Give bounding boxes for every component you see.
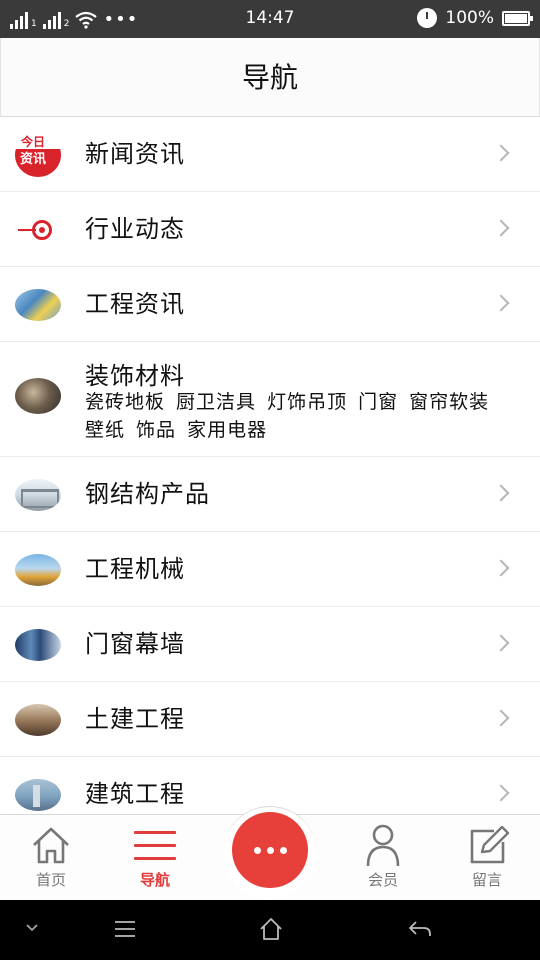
menu-icon: [134, 831, 176, 861]
nav-item-machinery[interactable]: 工程机械: [0, 532, 540, 607]
edit-note-icon: [470, 825, 510, 864]
tab-nav-label: 导航: [139, 871, 170, 889]
chevron-right-icon: [492, 219, 510, 237]
nav-item-engineering-news[interactable]: 工程资讯: [0, 267, 540, 342]
chevron-right-icon: [492, 784, 510, 802]
battery-icon: [502, 10, 533, 26]
jinri-zixun-logo-icon: 今日 资讯: [15, 133, 61, 177]
chevron-right-icon: [492, 144, 510, 162]
engineering-thumb-icon: [15, 289, 61, 321]
decoration-thumb-icon: [15, 378, 61, 414]
dot-icon: [280, 847, 287, 854]
chevron-right-icon: [492, 634, 510, 652]
collapse-chevron-icon[interactable]: [26, 924, 38, 932]
tab-member[interactable]: 会员: [338, 815, 428, 901]
page-title: 导航: [241, 61, 298, 94]
chevron-right-icon: [492, 559, 510, 577]
battery-percent: 100%: [445, 8, 494, 28]
status-right: 100%: [417, 8, 533, 28]
building-thumb-icon: [15, 779, 61, 811]
logo-text-bottom: 资讯: [20, 152, 47, 167]
steel-structure-thumb-icon: [15, 479, 61, 511]
alarm-icon: [417, 8, 438, 28]
nav-item-curtain-wall[interactable]: 门窗幕墙: [0, 607, 540, 682]
title-bar: 导航: [0, 38, 540, 117]
nav-item-label: 土建工程: [85, 705, 185, 733]
nav-item-label: 新闻资讯: [85, 140, 185, 168]
back-key-icon[interactable]: [408, 920, 432, 938]
nav-list: 今日 资讯 新闻资讯 行业动态 工程资讯 装饰材料 瓷砖地板 厨卫洁具 灯饰吊顶…: [0, 117, 540, 814]
nav-item-news[interactable]: 今日 资讯 新闻资讯: [0, 117, 540, 192]
nav-item-industry[interactable]: 行业动态: [0, 192, 540, 267]
target-icon: [15, 214, 61, 246]
nav-item-decoration[interactable]: 装饰材料 瓷砖地板 厨卫洁具 灯饰吊顶 门窗 窗帘软装 壁纸 饰品 家用电器: [0, 342, 540, 457]
curtain-wall-thumb-icon: [15, 629, 61, 661]
nav-item-subcategories: 瓷砖地板 厨卫洁具 灯饰吊顶 门窗 窗帘软装 壁纸 饰品 家用电器: [85, 391, 490, 441]
nav-item-label: 行业动态: [85, 215, 185, 243]
nav-item-label: 装饰材料: [85, 362, 185, 390]
civil-works-thumb-icon: [15, 704, 61, 736]
chevron-right-icon: [492, 709, 510, 727]
tab-home-label: 首页: [35, 871, 66, 889]
nav-item-civil[interactable]: 土建工程: [0, 682, 540, 757]
home-key-icon[interactable]: [259, 917, 283, 941]
dot-icon: [254, 847, 261, 854]
user-icon: [366, 824, 400, 867]
tab-message-label: 留言: [471, 871, 502, 889]
tab-message[interactable]: 留言: [442, 815, 532, 901]
tab-nav[interactable]: 导航: [110, 815, 200, 901]
nav-item-label: 工程资讯: [85, 290, 185, 318]
system-nav-bar: [0, 900, 540, 960]
nav-item-label: 门窗幕墙: [85, 630, 185, 658]
nav-item-label: 建筑工程: [85, 780, 185, 808]
home-icon: [33, 827, 69, 864]
machinery-thumb-icon: [15, 554, 61, 586]
nav-item-label: 钢结构产品: [85, 480, 210, 508]
status-bar: 1 2 ••• 14:47 100%: [0, 0, 540, 38]
more-actions-button[interactable]: [232, 812, 308, 888]
menu-key-icon[interactable]: [114, 920, 136, 938]
tab-home[interactable]: 首页: [6, 815, 96, 901]
nav-item-label: 工程机械: [85, 555, 185, 583]
nav-item-steel[interactable]: 钢结构产品: [0, 457, 540, 532]
tab-member-label: 会员: [367, 871, 398, 889]
dot-icon: [267, 847, 274, 854]
chevron-right-icon: [492, 294, 510, 312]
chevron-right-icon: [492, 484, 510, 502]
